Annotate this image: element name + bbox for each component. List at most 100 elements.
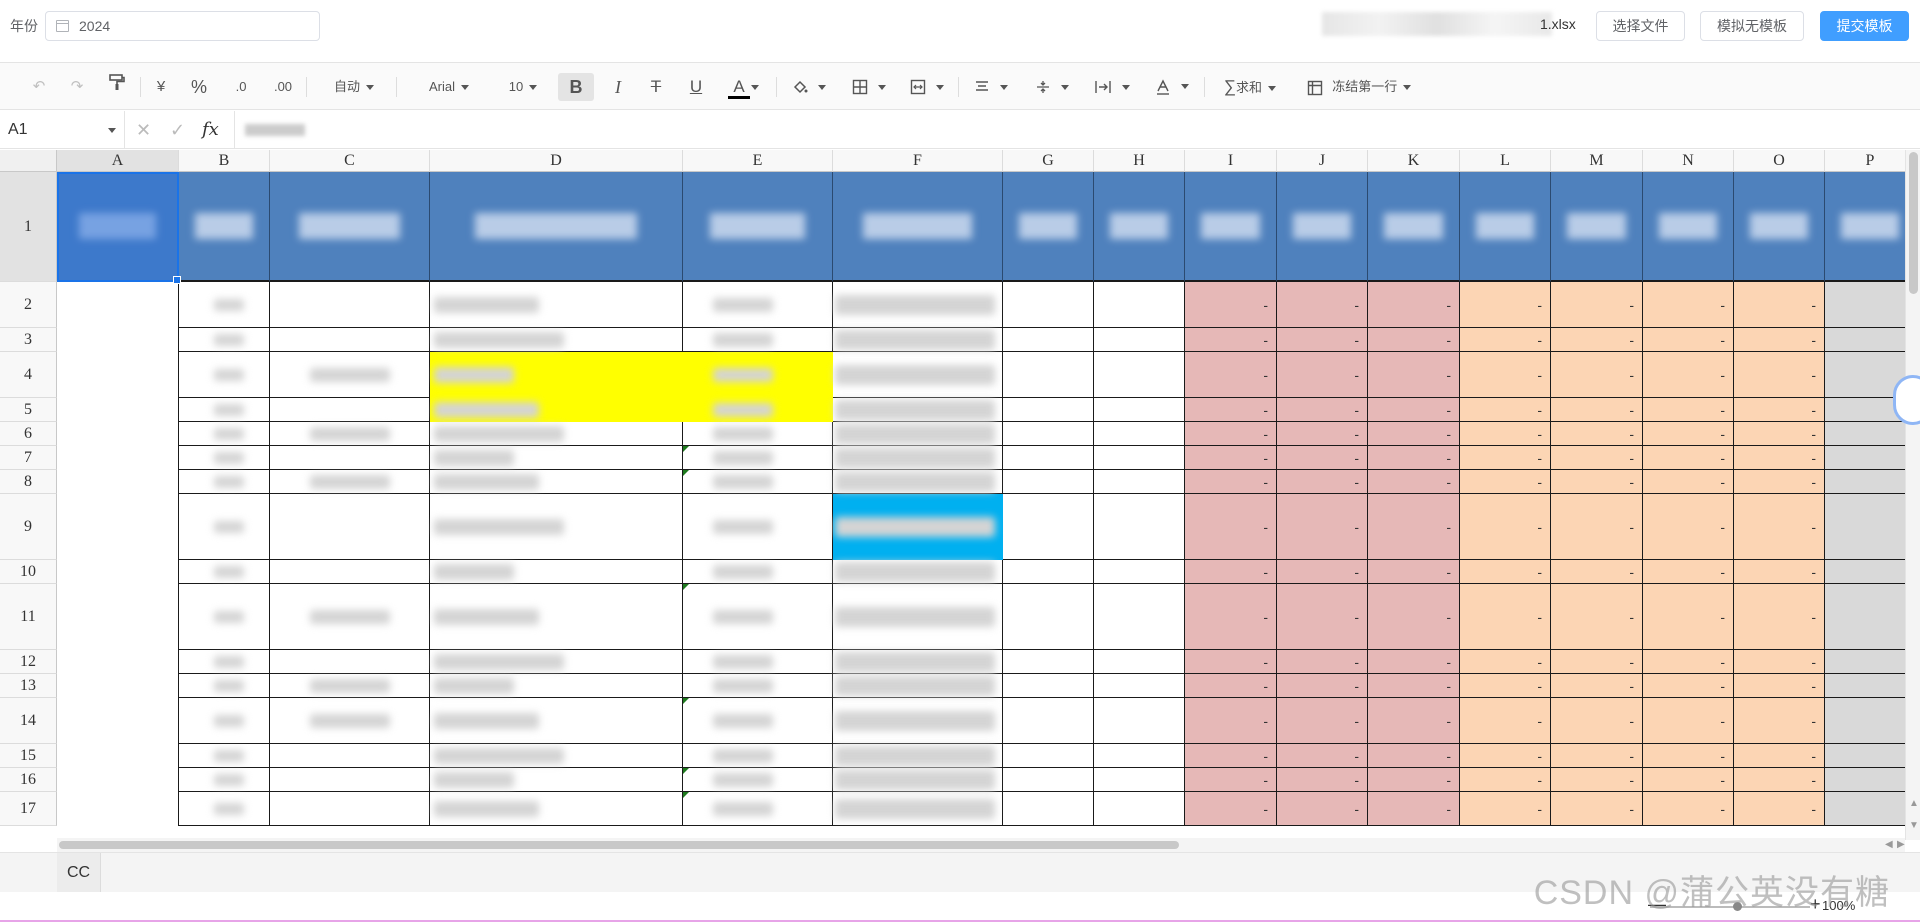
- grid-cell[interactable]: -: [1185, 698, 1277, 744]
- column-header[interactable]: M: [1551, 150, 1643, 172]
- scroll-down-icon[interactable]: ▼: [1909, 820, 1919, 831]
- grid-cell[interactable]: -: [1551, 584, 1643, 650]
- grid-cell[interactable]: -: [1460, 560, 1551, 584]
- grid-cell[interactable]: -: [1551, 698, 1643, 744]
- grid-cell[interactable]: -: [1368, 792, 1460, 826]
- grid-cell[interactable]: -: [1551, 650, 1643, 674]
- header-cell[interactable]: [1825, 172, 1916, 282]
- column-header[interactable]: I: [1185, 150, 1277, 172]
- bold-button[interactable]: B: [558, 73, 594, 101]
- grid-cell[interactable]: -: [1643, 398, 1734, 422]
- grid-cell[interactable]: -: [1643, 768, 1734, 792]
- column-header[interactable]: G: [1003, 150, 1094, 172]
- grid-cell[interactable]: -: [1734, 422, 1825, 446]
- header-cell[interactable]: [1277, 172, 1368, 282]
- grid-cell[interactable]: -: [1734, 398, 1825, 422]
- grid-cell[interactable]: [1003, 446, 1094, 470]
- grid-cell[interactable]: -: [1460, 584, 1551, 650]
- grid-cell[interactable]: [1003, 352, 1094, 398]
- grid-cell[interactable]: -: [1643, 470, 1734, 494]
- download-template-button[interactable]: 模拟无模板: [1700, 11, 1804, 41]
- text-wrap-button[interactable]: [1088, 73, 1136, 101]
- text-rotate-button[interactable]: [1148, 73, 1196, 101]
- grid-cell[interactable]: [270, 650, 430, 674]
- grid-cell[interactable]: -: [1734, 768, 1825, 792]
- grid-cell[interactable]: [1003, 744, 1094, 768]
- grid-cell[interactable]: [1003, 792, 1094, 826]
- grid-cell[interactable]: -: [1643, 744, 1734, 768]
- grid-cell[interactable]: -: [1368, 328, 1460, 352]
- grid-cell[interactable]: -: [1368, 398, 1460, 422]
- grid-cell[interactable]: -: [1277, 494, 1368, 560]
- grid-cell[interactable]: [57, 698, 179, 744]
- grid-cell[interactable]: -: [1551, 494, 1643, 560]
- grid-cell[interactable]: -: [1460, 768, 1551, 792]
- grid-cell[interactable]: [1003, 328, 1094, 352]
- column-header[interactable]: A: [57, 150, 179, 172]
- row-header[interactable]: 9: [0, 494, 57, 560]
- grid-cell[interactable]: [1003, 560, 1094, 584]
- header-cell[interactable]: [1094, 172, 1185, 282]
- grid-cell[interactable]: -: [1368, 744, 1460, 768]
- header-cell[interactable]: [683, 172, 833, 282]
- grid-cell[interactable]: -: [1368, 422, 1460, 446]
- grid-cell[interactable]: [57, 744, 179, 768]
- grid-cell[interactable]: [1003, 470, 1094, 494]
- grid-cell[interactable]: [1825, 744, 1916, 768]
- grid-cell[interactable]: -: [1734, 560, 1825, 584]
- header-cell[interactable]: [1368, 172, 1460, 282]
- grid-cell[interactable]: -: [1185, 398, 1277, 422]
- italic-button[interactable]: I: [604, 73, 632, 101]
- row-header[interactable]: 10: [0, 560, 57, 584]
- column-header[interactable]: K: [1368, 150, 1460, 172]
- undo-icon[interactable]: ↶: [26, 73, 52, 101]
- grid-cell[interactable]: [57, 584, 179, 650]
- grid-cell[interactable]: -: [1368, 446, 1460, 470]
- grid-cell[interactable]: [1825, 494, 1916, 560]
- merge-cells-button[interactable]: [904, 73, 950, 101]
- grid-cell[interactable]: [270, 768, 430, 792]
- grid-cell[interactable]: -: [1368, 584, 1460, 650]
- grid-cell[interactable]: -: [1551, 560, 1643, 584]
- grid-cell[interactable]: [1003, 422, 1094, 446]
- grid-cell[interactable]: [57, 446, 179, 470]
- grid-cell[interactable]: -: [1643, 494, 1734, 560]
- year-picker[interactable]: 2024: [45, 11, 320, 41]
- scroll-left-icon[interactable]: ◀: [1885, 839, 1893, 850]
- grid-cell[interactable]: -: [1734, 446, 1825, 470]
- grid-cell[interactable]: -: [1185, 282, 1277, 328]
- grid-cell[interactable]: -: [1643, 698, 1734, 744]
- grid-cell[interactable]: -: [1734, 352, 1825, 398]
- grid-cell[interactable]: -: [1734, 698, 1825, 744]
- grid-cell[interactable]: -: [1734, 674, 1825, 698]
- grid-cell[interactable]: -: [1551, 792, 1643, 826]
- grid-cell[interactable]: [270, 494, 430, 560]
- grid-cell[interactable]: [1825, 768, 1916, 792]
- column-header[interactable]: H: [1094, 150, 1185, 172]
- horizontal-scroll-thumb[interactable]: [59, 841, 1179, 849]
- column-header[interactable]: F: [833, 150, 1003, 172]
- vertical-scroll-thumb[interactable]: [1909, 152, 1918, 294]
- align-horizontal-button[interactable]: [966, 73, 1016, 101]
- grid-cell[interactable]: -: [1460, 352, 1551, 398]
- grid-cell[interactable]: -: [1460, 446, 1551, 470]
- grid-cell[interactable]: [270, 560, 430, 584]
- grid-cell[interactable]: [1094, 494, 1185, 560]
- grid-cell[interactable]: -: [1277, 650, 1368, 674]
- header-cell[interactable]: [1185, 172, 1277, 282]
- grid-cell[interactable]: [270, 328, 430, 352]
- grid-cell[interactable]: -: [1277, 352, 1368, 398]
- row-header[interactable]: 15: [0, 744, 57, 768]
- font-color-button[interactable]: A: [724, 73, 768, 101]
- grid-cell[interactable]: -: [1551, 674, 1643, 698]
- grid-cell[interactable]: -: [1368, 494, 1460, 560]
- select-file-button[interactable]: 选择文件: [1596, 11, 1685, 41]
- grid-cell[interactable]: [1825, 282, 1916, 328]
- formula-input[interactable]: [234, 111, 1920, 149]
- header-cell[interactable]: [833, 172, 1003, 282]
- row-header[interactable]: 14: [0, 698, 57, 744]
- row-header[interactable]: 7: [0, 446, 57, 470]
- grid-cell[interactable]: [57, 792, 179, 826]
- grid-cell[interactable]: [1094, 328, 1185, 352]
- grid-cell[interactable]: [270, 792, 430, 826]
